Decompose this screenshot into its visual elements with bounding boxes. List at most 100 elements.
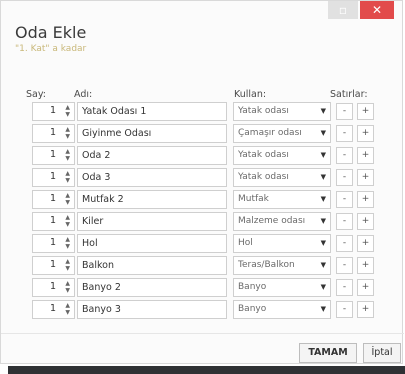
spin-down-icon[interactable]: ▼ (65, 177, 70, 184)
spin-arrows-icon[interactable]: ▲ ▼ (65, 280, 70, 294)
room-use-select[interactable]: Yatak odası ▼ (233, 146, 331, 165)
chevron-down-icon[interactable]: ▼ (321, 257, 326, 274)
remove-row-button[interactable]: - (336, 213, 353, 230)
count-stepper[interactable]: 1 ▲ ▼ (32, 212, 75, 231)
spin-up-icon[interactable]: ▲ (65, 280, 70, 287)
room-use-select[interactable]: Banyo ▼ (233, 300, 331, 319)
spin-up-icon[interactable]: ▲ (65, 302, 70, 309)
room-name-input[interactable]: Yatak Odası 1 (77, 102, 227, 121)
room-use-value: Çamaşır odası (238, 128, 302, 138)
spin-down-icon[interactable]: ▼ (65, 265, 70, 272)
add-row-button[interactable]: + (357, 125, 374, 142)
minimize-icon[interactable]: ▫ (328, 1, 358, 19)
spin-down-icon[interactable]: ▼ (65, 199, 70, 206)
remove-row-button[interactable]: - (336, 125, 353, 142)
count-stepper[interactable]: 1 ▲ ▼ (32, 146, 75, 165)
spin-arrows-icon[interactable]: ▲ ▼ (65, 104, 70, 118)
chevron-down-icon[interactable]: ▼ (321, 235, 326, 252)
spin-arrows-icon[interactable]: ▲ ▼ (65, 302, 70, 316)
add-row-button[interactable]: + (357, 147, 374, 164)
chevron-down-icon[interactable]: ▼ (321, 191, 326, 208)
ok-button[interactable]: TAMAM (299, 343, 357, 363)
room-row: 1 ▲ ▼ Kiler Malzeme odası ▼ - + (1, 212, 404, 233)
chevron-down-icon[interactable]: ▼ (321, 301, 326, 318)
add-row-button[interactable]: + (357, 301, 374, 318)
add-row-button[interactable]: + (357, 213, 374, 230)
remove-row-button[interactable]: - (336, 301, 353, 318)
chevron-down-icon[interactable]: ▼ (321, 213, 326, 230)
count-stepper[interactable]: 1 ▲ ▼ (32, 190, 75, 209)
remove-row-button[interactable]: - (336, 279, 353, 296)
room-use-select[interactable]: Çamaşır odası ▼ (233, 124, 331, 143)
add-row-button[interactable]: + (357, 279, 374, 296)
add-row-button[interactable]: + (357, 103, 374, 120)
remove-row-button[interactable]: - (336, 169, 353, 186)
spin-up-icon[interactable]: ▲ (65, 104, 70, 111)
spin-down-icon[interactable]: ▼ (65, 287, 70, 294)
room-name-input[interactable]: Oda 3 (77, 168, 227, 187)
spin-up-icon[interactable]: ▲ (65, 126, 70, 133)
spin-up-icon[interactable]: ▲ (65, 148, 70, 155)
spin-down-icon[interactable]: ▼ (65, 133, 70, 140)
spin-arrows-icon[interactable]: ▲ ▼ (65, 236, 70, 250)
room-name-input[interactable]: Giyinme Odası (77, 124, 227, 143)
room-name-input[interactable]: Balkon (77, 256, 227, 275)
chevron-down-icon[interactable]: ▼ (321, 147, 326, 164)
room-use-value: Hol (238, 238, 253, 248)
close-icon[interactable]: ✕ (360, 1, 394, 19)
remove-row-button[interactable]: - (336, 147, 353, 164)
spin-arrows-icon[interactable]: ▲ ▼ (65, 170, 70, 184)
count-stepper[interactable]: 1 ▲ ▼ (32, 278, 75, 297)
chevron-down-icon[interactable]: ▼ (321, 125, 326, 142)
add-row-button[interactable]: + (357, 191, 374, 208)
room-name-input[interactable]: Banyo 3 (77, 300, 227, 319)
chevron-down-icon[interactable]: ▼ (321, 169, 326, 186)
room-name-input[interactable]: Mutfak 2 (77, 190, 227, 209)
room-name-input[interactable]: Kiler (77, 212, 227, 231)
count-stepper[interactable]: 1 ▲ ▼ (32, 234, 75, 253)
spin-arrows-icon[interactable]: ▲ ▼ (65, 258, 70, 272)
room-use-select[interactable]: Banyo ▼ (233, 278, 331, 297)
room-use-select[interactable]: Malzeme odası ▼ (233, 212, 331, 231)
remove-row-button[interactable]: - (336, 235, 353, 252)
remove-row-button[interactable]: - (336, 257, 353, 274)
room-use-select[interactable]: Hol ▼ (233, 234, 331, 253)
spin-arrows-icon[interactable]: ▲ ▼ (65, 214, 70, 228)
room-use-select[interactable]: Yatak odası ▼ (233, 102, 331, 121)
room-name-input[interactable]: Hol (77, 234, 227, 253)
count-stepper[interactable]: 1 ▲ ▼ (32, 124, 75, 143)
spin-down-icon[interactable]: ▼ (65, 243, 70, 250)
count-stepper[interactable]: 1 ▲ ▼ (32, 256, 75, 275)
room-row: 1 ▲ ▼ Balkon Teras/Balkon ▼ - + (1, 256, 404, 277)
count-stepper[interactable]: 1 ▲ ▼ (32, 168, 75, 187)
add-row-button[interactable]: + (357, 235, 374, 252)
spin-arrows-icon[interactable]: ▲ ▼ (65, 126, 70, 140)
cancel-button[interactable]: İptal (363, 343, 401, 363)
spin-up-icon[interactable]: ▲ (65, 236, 70, 243)
room-use-select[interactable]: Yatak odası ▼ (233, 168, 331, 187)
chevron-down-icon[interactable]: ▼ (321, 279, 326, 296)
room-name-input[interactable]: Banyo 2 (77, 278, 227, 297)
spin-down-icon[interactable]: ▼ (65, 221, 70, 228)
spin-up-icon[interactable]: ▲ (65, 192, 70, 199)
remove-row-button[interactable]: - (336, 191, 353, 208)
spin-arrows-icon[interactable]: ▲ ▼ (65, 148, 70, 162)
room-name-input[interactable]: Oda 2 (77, 146, 227, 165)
add-row-button[interactable]: + (357, 169, 374, 186)
column-header-name: Adı: (74, 89, 93, 100)
spin-up-icon[interactable]: ▲ (65, 214, 70, 221)
remove-row-button[interactable]: - (336, 103, 353, 120)
room-use-select[interactable]: Teras/Balkon ▼ (233, 256, 331, 275)
count-stepper[interactable]: 1 ▲ ▼ (32, 102, 75, 121)
spin-up-icon[interactable]: ▲ (65, 170, 70, 177)
spin-down-icon[interactable]: ▼ (65, 111, 70, 118)
spin-down-icon[interactable]: ▼ (65, 155, 70, 162)
room-use-select[interactable]: Mutfak ▼ (233, 190, 331, 209)
room-use-value: Mutfak (238, 194, 269, 204)
add-row-button[interactable]: + (357, 257, 374, 274)
spin-down-icon[interactable]: ▼ (65, 309, 70, 316)
count-stepper[interactable]: 1 ▲ ▼ (32, 300, 75, 319)
chevron-down-icon[interactable]: ▼ (321, 103, 326, 120)
spin-arrows-icon[interactable]: ▲ ▼ (65, 192, 70, 206)
spin-up-icon[interactable]: ▲ (65, 258, 70, 265)
